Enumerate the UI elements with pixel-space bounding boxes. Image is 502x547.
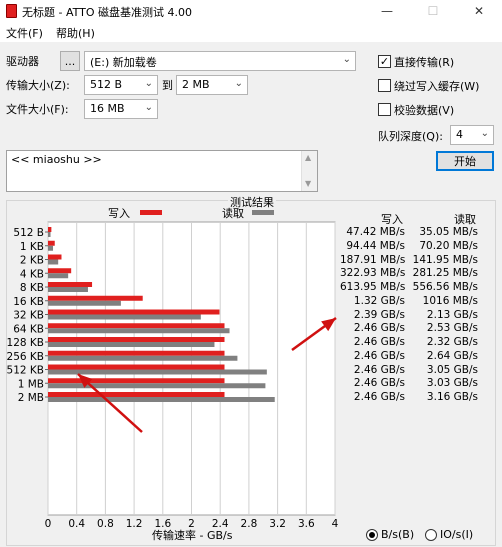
read-result-value: 70.20 MB/s (419, 239, 478, 252)
write-result-value: 187.91 MB/s (340, 253, 406, 266)
io-per-second-radio[interactable] (425, 529, 437, 541)
read-bar (48, 273, 69, 279)
write-bar (48, 240, 55, 246)
write-result-value: 2.46 GB/s (353, 322, 405, 335)
y-category-label: 512 KB (7, 365, 44, 377)
x-tick-label: 4 (332, 518, 339, 530)
y-category-label: 2 KB (20, 255, 44, 267)
bytes-per-second-label: B/s(B) (381, 528, 415, 541)
write-result-value: 2.46 GB/s (353, 377, 405, 390)
read-result-value: 141.95 MB/s (412, 253, 478, 266)
x-tick-label: 2.8 (241, 518, 258, 530)
read-bar (48, 355, 238, 361)
read-bar (48, 314, 201, 320)
x-tick-label: 0.4 (68, 518, 85, 530)
read-result-value: 35.05 MB/s (419, 226, 478, 238)
y-category-label: 1 KB (20, 241, 44, 253)
read-bar (48, 232, 51, 237)
write-bar (48, 323, 225, 329)
y-category-label: 4 KB (20, 268, 44, 280)
write-result-value: 2.39 GB/s (353, 308, 405, 321)
read-result-value: 556.56 MB/s (412, 281, 478, 293)
io-per-second-label: IO/s(I) (440, 528, 474, 541)
write-column-header: 写入 (381, 213, 403, 226)
write-bar (48, 350, 225, 356)
legend-read-label: 读取 (222, 206, 244, 220)
y-category-label: 512 B (13, 227, 44, 239)
read-result-value: 2.13 GB/s (426, 308, 478, 321)
legend-write-swatch (140, 210, 162, 215)
read-bar (48, 397, 275, 402)
y-category-label: 8 KB (20, 282, 44, 294)
write-bar (48, 378, 225, 384)
y-category-label: 32 KB (13, 310, 44, 322)
read-bar (48, 369, 267, 375)
write-result-value: 2.46 GB/s (353, 336, 405, 348)
write-result-value: 47.42 MB/s (346, 226, 405, 238)
y-category-label: 1 MB (18, 378, 44, 390)
write-bar (48, 282, 93, 287)
write-result-value: 2.46 GB/s (353, 391, 405, 403)
read-result-value: 2.64 GB/s (426, 349, 478, 362)
y-category-label: 2 MB (18, 392, 44, 404)
write-bar (48, 268, 72, 274)
write-bar (48, 227, 52, 232)
read-result-value: 3.03 GB/s (426, 377, 478, 390)
legend-write-label: 写入 (108, 207, 130, 220)
write-result-value: 94.44 MB/s (346, 239, 405, 252)
read-result-value: 281.25 MB/s (412, 267, 478, 280)
write-result-value: 322.93 MB/s (340, 267, 406, 280)
read-bar (48, 328, 230, 334)
read-bar (48, 383, 266, 389)
read-bar (48, 342, 215, 347)
write-bar (48, 364, 225, 370)
x-tick-label: 3.2 (269, 518, 286, 530)
legend-read-swatch (252, 210, 274, 215)
write-bar (48, 337, 225, 342)
read-bar (48, 300, 121, 306)
y-category-label: 64 KB (13, 323, 44, 335)
y-category-label: 256 KB (7, 351, 44, 363)
x-tick-label: 1.2 (126, 518, 143, 530)
read-bar (48, 259, 59, 265)
write-result-value: 2.46 GB/s (353, 349, 405, 362)
y-category-label: 16 KB (13, 296, 44, 308)
write-result-value: 1.32 GB/s (353, 294, 405, 307)
bytes-per-second-radio[interactable] (366, 529, 378, 541)
write-bar (48, 309, 220, 315)
radio-selected-dot (369, 532, 375, 538)
x-tick-label: 0 (45, 518, 52, 530)
x-axis-label: 传输速率 - GB/s (152, 529, 233, 542)
write-result-value: 2.46 GB/s (353, 363, 405, 376)
read-result-value: 2.53 GB/s (426, 322, 478, 335)
read-result-value: 1016 MB/s (422, 294, 478, 307)
read-bar (48, 245, 54, 251)
y-category-label: 128 KB (7, 337, 44, 349)
read-bar (48, 287, 88, 292)
write-bar (48, 254, 62, 260)
read-result-value: 3.05 GB/s (426, 363, 478, 376)
write-result-value: 613.95 MB/s (340, 281, 406, 293)
read-column-header: 读取 (454, 213, 476, 226)
x-tick-label: 0.8 (97, 518, 114, 530)
read-result-value: 2.32 GB/s (426, 336, 478, 348)
x-tick-label: 3.6 (298, 518, 315, 530)
read-result-value: 3.16 GB/s (426, 391, 478, 403)
write-bar (48, 392, 225, 397)
write-bar (48, 295, 143, 301)
